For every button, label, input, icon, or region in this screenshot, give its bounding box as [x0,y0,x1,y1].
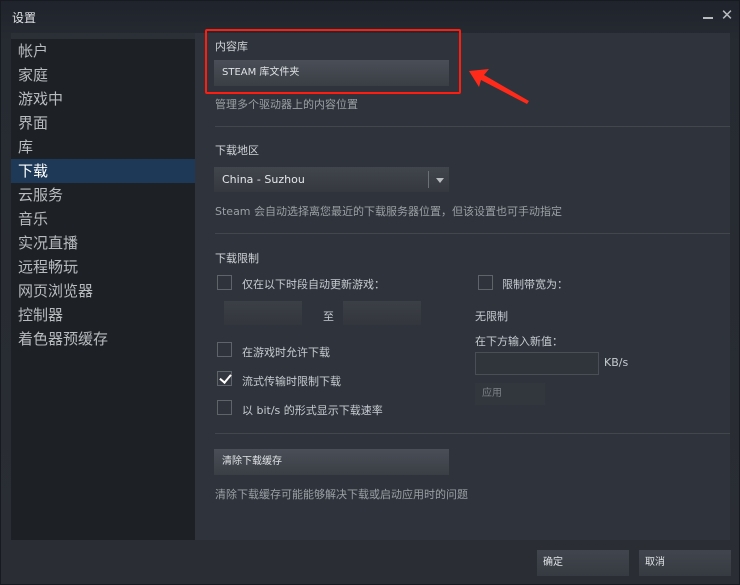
ok-button[interactable]: 确定 [537,550,629,576]
select-separator [428,171,429,188]
close-button[interactable]: ✕ [719,6,735,24]
limit-bandwidth-label: 限制带宽为： [502,278,568,291]
download-region-value: China - Suzhou [222,173,305,186]
auto-update-window-label: 仅在以下时段自动更新游戏： [242,278,385,291]
window-title: 设置 [12,11,37,25]
section-divider [215,433,730,434]
download-region-select[interactable]: China - Suzhou [214,167,449,192]
steam-library-folders-button[interactable]: STEAM 库文件夹 [214,60,449,86]
downloads-panel: 内容库 STEAM 库文件夹 管理多个驱动器上的内容位置 下载地区 China … [195,29,730,540]
close-icon: ✕ [720,6,734,24]
enter-new-value-label: 在下方输入新值： [475,335,563,348]
section-divider [215,126,730,127]
sidebar-item-controller[interactable]: 控制器 [11,303,195,327]
show-bits-label: 以 bit/s 的形式显示下载速率 [242,404,383,417]
limit-bandwidth-checkbox[interactable] [478,275,493,290]
download-region-description: Steam 会自动选择离您最近的下载服务器位置，但该设置也可手动指定 [215,205,563,218]
settings-window: 设置 ✕ 帐户 家庭 游戏中 界面 库 下载 云服务 音乐 实况直播 远程畅玩 … [0,0,740,585]
allow-downloads-while-playing-checkbox[interactable] [217,342,232,357]
minimize-icon [703,17,713,19]
download-region-heading: 下载地区 [215,144,259,157]
download-cache-description: 清除下载缓存可能能够解决下载或启动应用时的问题 [215,488,468,501]
content-library-heading: 内容库 [215,40,248,53]
allow-downloads-while-playing-label: 在游戏时允许下载 [242,346,330,359]
show-bits-checkbox[interactable] [217,400,232,415]
sidebar-item-remote-play[interactable]: 远程畅玩 [11,255,195,279]
auto-update-start-time-input[interactable] [224,301,302,325]
sidebar-item-library[interactable]: 库 [11,135,195,159]
sidebar-item-cloud[interactable]: 云服务 [11,183,195,207]
settings-sidebar: 帐户 家庭 游戏中 界面 库 下载 云服务 音乐 实况直播 远程畅玩 网页浏览器… [11,33,195,540]
sidebar-item-shader-precache[interactable]: 着色器预缓存 [11,327,195,351]
sidebar-item-family[interactable]: 家庭 [11,63,195,87]
chevron-down-icon [436,178,444,183]
sidebar-item-broadcasting[interactable]: 实况直播 [11,231,195,255]
throttle-while-streaming-checkbox[interactable] [217,371,232,386]
download-limits-heading: 下载限制 [215,252,259,265]
throttle-while-streaming-label: 流式传输时限制下载 [242,375,341,388]
sidebar-item-music[interactable]: 音乐 [11,207,195,231]
time-range-separator: 至 [323,310,334,323]
title-bar[interactable]: 设置 ✕ [1,1,740,33]
content-library-description: 管理多个驱动器上的内容位置 [215,98,358,111]
auto-update-end-time-input[interactable] [343,301,421,325]
clear-download-cache-button[interactable]: 清除下载缓存 [214,449,449,475]
bandwidth-unit-label: KB/s [604,356,629,369]
auto-update-window-checkbox[interactable] [217,275,232,290]
sidebar-item-account[interactable]: 帐户 [11,39,195,63]
annotation-arrow-icon [469,69,529,104]
sidebar-item-in-game[interactable]: 游戏中 [11,87,195,111]
apply-bandwidth-button[interactable]: 应用 [475,383,545,405]
sidebar-item-downloads[interactable]: 下载 [11,159,195,183]
minimize-button[interactable] [700,6,716,24]
bandwidth-limit-input[interactable] [475,352,599,375]
section-divider [215,233,730,234]
sidebar-item-interface[interactable]: 界面 [11,111,195,135]
current-bandwidth-limit: 无限制 [475,310,508,323]
cancel-button[interactable]: 取消 [639,550,731,576]
sidebar-item-web-browser[interactable]: 网页浏览器 [11,279,195,303]
